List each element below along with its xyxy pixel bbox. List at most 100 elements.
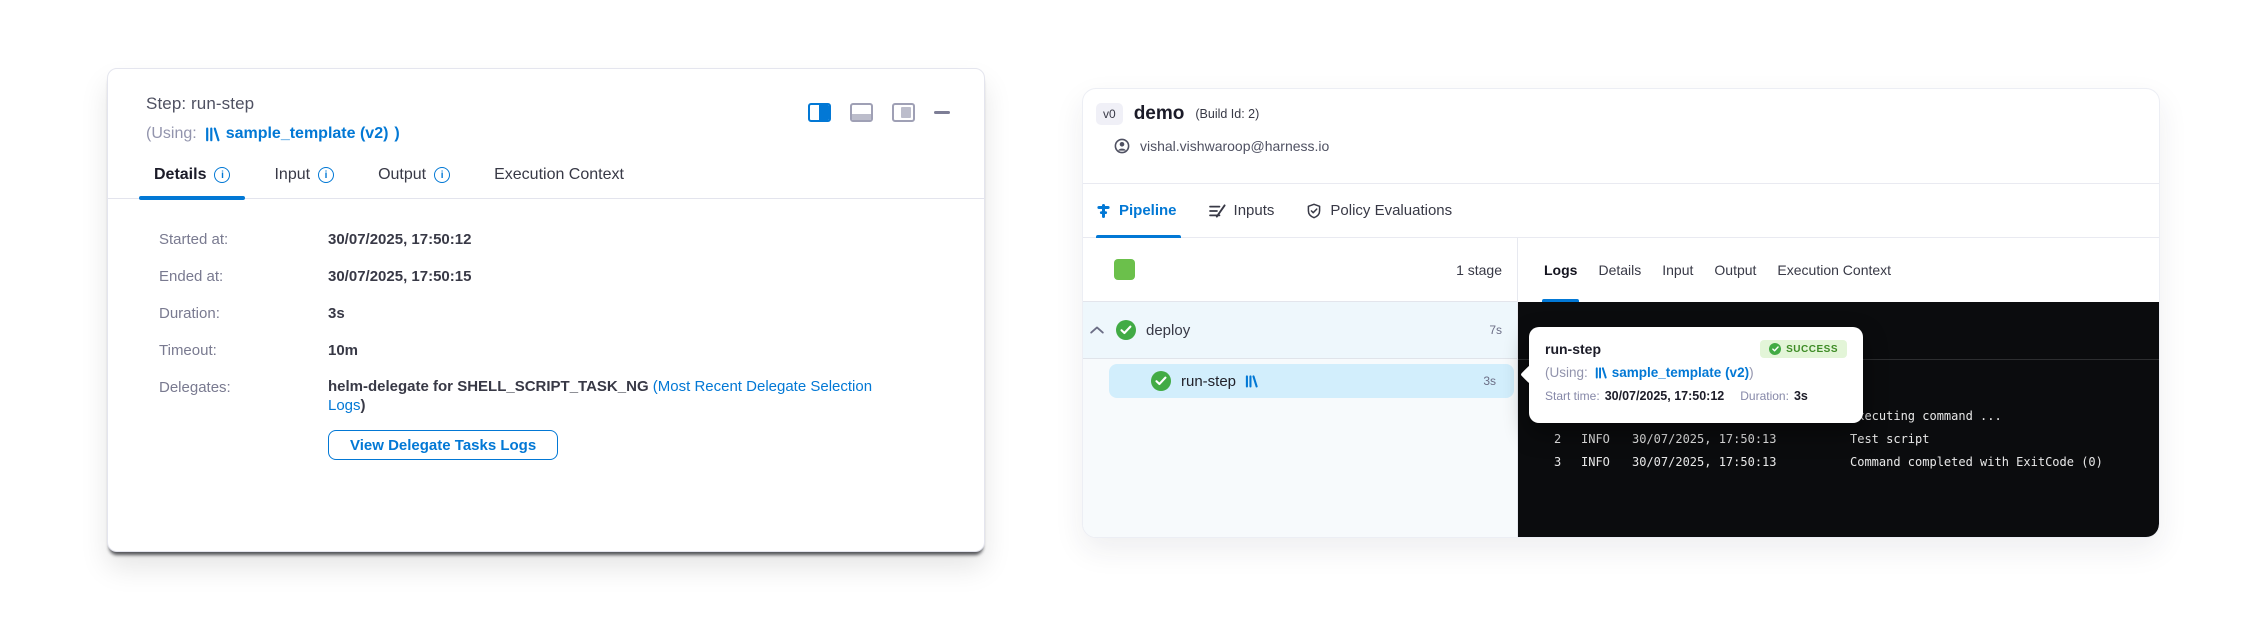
step-hover-tooltip: run-step SUCCESS (Using: sample_templ <box>1529 327 1863 423</box>
tab-log-output[interactable]: Output <box>1714 238 1756 302</box>
detail-label: Duration: <box>159 303 328 324</box>
log-line-number: 3 <box>1554 451 1581 474</box>
log-line: 2 INFO 30/07/2025, 17:50:13 Test script <box>1554 428 2159 451</box>
tab-log-output-label: Output <box>1714 262 1756 278</box>
tab-inputs[interactable]: Inputs <box>1209 184 1275 237</box>
using-prefix-label: (Using: <box>146 125 197 143</box>
stage-row-deploy[interactable]: deploy 7s <box>1083 302 1517 359</box>
detail-row-ended: Ended at: 30/07/2025, 17:50:15 <box>159 266 948 287</box>
info-icon[interactable] <box>214 167 230 183</box>
tooltip-arrow <box>1520 365 1538 383</box>
success-check-icon <box>1116 320 1136 340</box>
tab-log-execution-context[interactable]: Execution Context <box>1777 238 1891 302</box>
stage-status-square-icon <box>1114 259 1135 280</box>
execution-tabs: Pipeline Inputs Policy Evaluations <box>1083 184 2159 238</box>
log-line-message: Command completed with ExitCode (0) <box>1850 451 2103 474</box>
info-icon[interactable] <box>434 167 450 183</box>
stage-tree-header: 1 stage <box>1083 238 1517 302</box>
detail-value: helm-delegate for SHELL_SCRIPT_TASK_NG (… <box>328 377 883 415</box>
using-suffix: ) <box>394 125 399 143</box>
window-controls <box>808 94 950 143</box>
delegate-value-text: helm-delegate for SHELL_SCRIPT_TASK_NG <box>328 378 653 395</box>
success-check-icon <box>1769 343 1781 355</box>
bottom-panel-view-icon[interactable] <box>850 103 873 122</box>
template-link-label: sample_template (v2) <box>1612 365 1749 380</box>
tab-policy-evaluations-label: Policy Evaluations <box>1330 202 1452 219</box>
using-suffix: ) <box>1749 365 1754 380</box>
detail-row-delegates: Delegates: helm-delegate for SHELL_SCRIP… <box>159 377 948 415</box>
log-line-level: INFO <box>1581 428 1632 451</box>
step-template-line: (Using: sample_template (v2)) <box>146 125 400 143</box>
build-id-label: (Build Id: 2) <box>1195 107 1259 121</box>
log-line-time: 30/07/2025, 17:50:13 <box>1632 428 1850 451</box>
status-badge: SUCCESS <box>1760 340 1847 358</box>
tab-output[interactable]: Output <box>378 166 450 198</box>
log-line: 3 INFO 30/07/2025, 17:50:13 Command comp… <box>1554 451 2159 474</box>
tooltip-step-name: run-step <box>1545 341 1601 357</box>
minimize-icon[interactable] <box>934 103 950 114</box>
tab-pipeline[interactable]: Pipeline <box>1096 184 1177 237</box>
detail-label: Timeout: <box>159 340 328 361</box>
tab-input-label: Input <box>274 166 310 184</box>
detail-row-started: Started at: 30/07/2025, 17:50:12 <box>159 229 948 250</box>
detail-value: 30/07/2025, 17:50:12 <box>328 229 883 250</box>
tab-logs[interactable]: Logs <box>1544 238 1577 302</box>
split-view-icon[interactable] <box>808 103 831 122</box>
log-line-level: INFO <box>1581 451 1632 474</box>
detail-row-timeout: Timeout: 10m <box>159 340 948 361</box>
template-icon <box>1595 367 1607 379</box>
detail-row-duration: Duration: 3s <box>159 303 948 324</box>
tab-policy-evaluations[interactable]: Policy Evaluations <box>1306 184 1452 237</box>
log-console[interactable]: 1 INFO 30/07/2025, 17:50:13 Executing co… <box>1518 302 2159 538</box>
tooltip-times-row: Start time: 30/07/2025, 17:50:12 Duratio… <box>1545 389 1847 403</box>
chevron-up-icon[interactable] <box>1090 326 1104 334</box>
tab-log-details[interactable]: Details <box>1598 238 1641 302</box>
detail-label: Started at: <box>159 229 328 250</box>
status-badge-label: SUCCESS <box>1786 344 1838 355</box>
tab-log-input[interactable]: Input <box>1662 238 1693 302</box>
info-icon[interactable] <box>318 167 334 183</box>
detail-value: 3s <box>328 303 883 324</box>
using-prefix-label: (Using: <box>1545 365 1588 380</box>
success-check-icon <box>1151 371 1171 391</box>
tab-details[interactable]: Details <box>154 166 230 198</box>
tab-execution-context-label: Execution Context <box>494 166 624 184</box>
stage-tree-panel: 1 stage deploy 7s run-step 3s <box>1083 238 1518 538</box>
tooltip-template-row: (Using: sample_template (v2) ) <box>1545 365 1847 380</box>
delegate-logs-button-row: View Delegate Tasks Logs <box>328 430 948 460</box>
tab-log-execution-context-label: Execution Context <box>1777 262 1891 278</box>
tab-input[interactable]: Input <box>274 166 334 198</box>
stage-count-label: 1 stage <box>1456 262 1502 278</box>
tab-output-label: Output <box>378 166 426 184</box>
template-link[interactable]: sample_template (v2) <box>1595 365 1749 380</box>
tooltip-title-row: run-step SUCCESS <box>1545 340 1847 358</box>
step-panel-header: Step: run-step (Using: sample_template (… <box>108 69 984 143</box>
policy-shield-icon <box>1306 203 1322 219</box>
step-row-run-step[interactable]: run-step 3s <box>1109 364 1514 398</box>
tab-log-details-label: Details <box>1598 262 1641 278</box>
template-icon <box>205 127 220 142</box>
tab-execution-context[interactable]: Execution Context <box>494 166 624 198</box>
log-tabs: Logs Details Input Output Execution Cont… <box>1518 238 2159 302</box>
tab-log-input-label: Input <box>1662 262 1693 278</box>
tab-details-label: Details <box>154 166 206 184</box>
tab-pipeline-label: Pipeline <box>1119 202 1177 219</box>
inputs-icon <box>1209 203 1226 219</box>
view-delegate-tasks-logs-button[interactable]: View Delegate Tasks Logs <box>328 430 558 460</box>
detail-label: Ended at: <box>159 266 328 287</box>
floating-panel-view-icon[interactable] <box>892 103 915 122</box>
template-link-label: sample_template (v2) <box>226 125 389 143</box>
log-line-number: 2 <box>1554 428 1581 451</box>
pipeline-execution-panel: v0 demo (Build Id: 2) vishal.vishwaroop@… <box>1082 88 2160 538</box>
detail-value: 10m <box>328 340 883 361</box>
step-panel-title: Step: run-step <box>146 94 400 114</box>
template-icon <box>1245 375 1258 388</box>
delegate-value-suffix: ) <box>361 397 366 414</box>
template-link[interactable]: sample_template (v2)) <box>205 125 400 143</box>
step-panel-tabs: Details Input Output Execution Context <box>108 166 984 199</box>
step-details-panel: Step: run-step (Using: sample_template (… <box>107 68 985 552</box>
stage-duration: 7s <box>1489 323 1502 337</box>
pipeline-title: demo <box>1134 103 1185 125</box>
triggered-by-row: vishal.vishwaroop@harness.io <box>1114 138 2139 154</box>
execution-title-row: v0 demo (Build Id: 2) <box>1096 103 2139 125</box>
